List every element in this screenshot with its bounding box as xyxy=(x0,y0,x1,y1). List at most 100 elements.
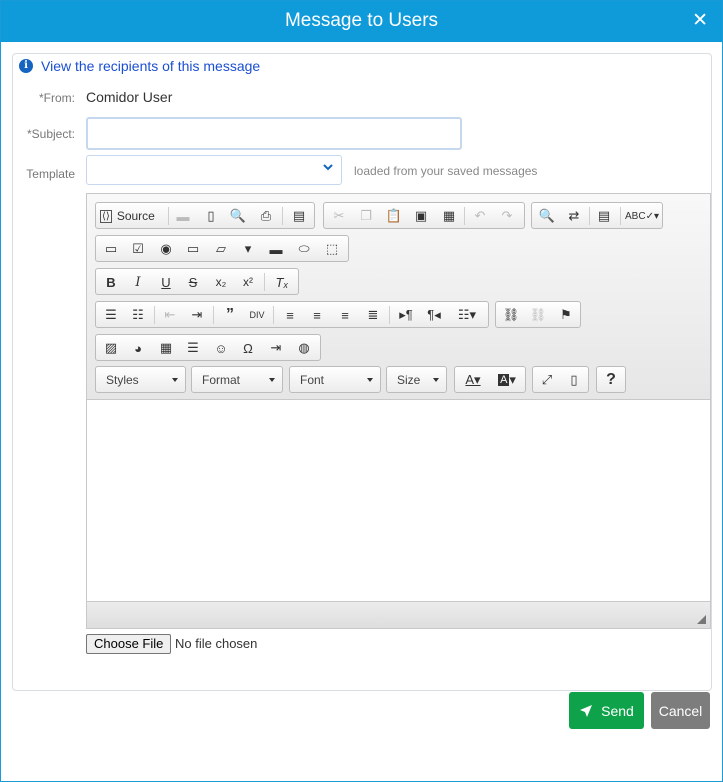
textarea-icon[interactable]: ▱ xyxy=(210,239,232,259)
editor-content-area[interactable] xyxy=(87,401,710,601)
hidden-field-icon[interactable]: ⬚ xyxy=(321,239,343,259)
image-button-icon[interactable]: ⬭ xyxy=(293,239,315,259)
preview-icon[interactable]: 🔍 xyxy=(227,206,249,226)
toolbar-separator xyxy=(464,207,465,225)
new-page-icon[interactable]: ▯ xyxy=(200,206,222,226)
align-left-icon[interactable]: ≡ xyxy=(279,305,301,325)
template-hint: loaded from your saved messages xyxy=(354,164,538,178)
form-icon[interactable]: ▭ xyxy=(100,239,122,259)
cancel-button[interactable]: Cancel xyxy=(651,692,710,729)
horizontal-line-icon[interactable]: ☰ xyxy=(182,338,204,358)
toolbar-group-about: ? xyxy=(596,366,626,393)
numbered-list-icon[interactable]: ☰ xyxy=(100,305,122,325)
view-recipients-link[interactable]: i View the recipients of this message xyxy=(19,58,260,74)
toolbar-separator xyxy=(168,207,169,225)
toolbar-separator xyxy=(589,207,590,225)
toolbar-group-clipboard: ✂ ❐ 📋 ▣ ▦ ↶ ↷ xyxy=(323,202,525,229)
title-bar: Message to Users ✕ xyxy=(1,1,722,42)
toolbar-separator xyxy=(213,306,214,324)
div-container-icon[interactable]: DIV xyxy=(246,305,268,325)
show-blocks-icon[interactable]: ▯ xyxy=(563,370,585,390)
language-icon[interactable]: ☷▾ xyxy=(451,305,483,325)
replace-icon[interactable]: ⇄ xyxy=(563,206,585,226)
table-icon[interactable]: ▦ xyxy=(155,338,177,358)
radio-icon[interactable]: ◉ xyxy=(155,239,177,259)
resize-handle-icon[interactable] xyxy=(697,615,706,624)
strikethrough-icon[interactable]: S xyxy=(182,272,204,292)
checkbox-icon[interactable]: ☑ xyxy=(127,239,149,259)
bg-color-icon[interactable]: A ▾ xyxy=(493,370,521,390)
redo-icon[interactable]: ↷ xyxy=(496,206,518,226)
find-icon[interactable]: 🔍 xyxy=(536,206,558,226)
select-all-icon[interactable]: ▤ xyxy=(593,206,615,226)
remove-format-icon[interactable]: Tₓ xyxy=(271,272,293,292)
text-color-icon[interactable]: A▾ xyxy=(459,370,487,390)
view-recipients-label: View the recipients of this message xyxy=(41,58,261,74)
special-char-icon[interactable]: Ω xyxy=(237,338,259,358)
help-icon[interactable]: ? xyxy=(600,370,622,390)
indent-icon[interactable]: ⇥ xyxy=(186,305,208,325)
copy-icon[interactable]: ❐ xyxy=(355,206,377,226)
caret-down-icon xyxy=(367,378,373,382)
template-select[interactable] xyxy=(86,155,342,185)
maximize-icon[interactable]: ⤢ xyxy=(536,370,558,390)
file-status: No file chosen xyxy=(175,636,258,651)
source-button[interactable]: ⟨⟩ Source xyxy=(100,206,155,226)
save-icon[interactable]: ▬ xyxy=(172,206,194,226)
iframe-icon[interactable]: ◍ xyxy=(293,338,315,358)
source-icon: ⟨⟩ xyxy=(100,209,112,223)
styles-dropdown[interactable]: Styles xyxy=(95,366,186,393)
italic-icon[interactable]: I xyxy=(127,272,149,292)
select-field-icon[interactable]: ▾ xyxy=(237,239,259,259)
font-label: Font xyxy=(300,373,325,387)
text-field-icon[interactable]: ▭ xyxy=(182,239,204,259)
paste-text-icon[interactable]: ▣ xyxy=(410,206,432,226)
superscript-icon[interactable]: x² xyxy=(237,272,259,292)
link-icon[interactable]: ⛓ xyxy=(500,305,522,325)
chevron-down-icon xyxy=(323,164,333,171)
toolbar-group-paragraph: ☰ ☷ ⇤ ⇥ ” DIV ≡ ≡ ≡ ≣ ▸¶ ¶◂ ☷▾ xyxy=(95,301,489,328)
smiley-icon[interactable]: ☺ xyxy=(210,338,232,358)
editor-toolbar: ⟨⟩ Source ▬ ▯ 🔍 ⎙ ▤ ✂ ❐ 📋 ▣ ▦ ↶ ↷ 🔍 ⇄ ▤ … xyxy=(87,194,710,400)
button-field-icon[interactable]: ▬ xyxy=(265,239,287,259)
bulleted-list-icon[interactable]: ☷ xyxy=(127,305,149,325)
anchor-icon[interactable]: ⚑ xyxy=(555,305,577,325)
bold-icon[interactable]: B xyxy=(100,272,122,292)
justify-icon[interactable]: ≣ xyxy=(362,305,384,325)
paste-icon[interactable]: 📋 xyxy=(383,206,405,226)
toolbar-separator xyxy=(264,273,265,291)
outdent-icon[interactable]: ⇤ xyxy=(159,305,181,325)
align-center-icon[interactable]: ≡ xyxy=(306,305,328,325)
blockquote-icon[interactable]: ” xyxy=(219,305,241,325)
caret-down-icon xyxy=(172,378,178,382)
toolbar-group-colors: A▾ A ▾ xyxy=(454,366,526,393)
ltr-icon[interactable]: ▸¶ xyxy=(395,305,417,325)
subject-input[interactable] xyxy=(86,117,462,150)
paste-word-icon[interactable]: ▦ xyxy=(438,206,460,226)
format-dropdown[interactable]: Format xyxy=(191,366,283,393)
rich-text-editor: ⟨⟩ Source ▬ ▯ 🔍 ⎙ ▤ ✂ ❐ 📋 ▣ ▦ ↶ ↷ 🔍 ⇄ ▤ … xyxy=(86,193,711,629)
spellcheck-icon[interactable]: ABC✓▾ xyxy=(625,206,659,226)
choose-file-button[interactable]: Choose File xyxy=(86,634,172,654)
cut-icon[interactable]: ✂ xyxy=(328,206,350,226)
image-icon[interactable]: ▨ xyxy=(100,338,122,358)
subscript-icon[interactable]: x₂ xyxy=(210,272,232,292)
align-right-icon[interactable]: ≡ xyxy=(334,305,356,325)
flash-icon[interactable]: ◕ xyxy=(127,338,149,358)
toolbar-group-links: ⛓ ⛓ ⚑ xyxy=(495,301,581,328)
undo-icon[interactable]: ↶ xyxy=(469,206,491,226)
from-label: *From: xyxy=(39,91,75,105)
rtl-icon[interactable]: ¶◂ xyxy=(423,305,445,325)
send-button[interactable]: Send xyxy=(569,692,644,729)
info-icon: i xyxy=(19,59,33,73)
underline-icon[interactable]: U xyxy=(155,272,177,292)
page-break-icon[interactable]: ⇥ xyxy=(265,338,287,358)
font-dropdown[interactable]: Font xyxy=(289,366,381,393)
message-dialog: Message to Users ✕ i View the recipients… xyxy=(0,0,723,782)
print-icon[interactable]: ⎙ xyxy=(255,206,277,226)
unlink-icon[interactable]: ⛓ xyxy=(527,305,549,325)
templates-icon[interactable]: ▤ xyxy=(288,206,310,226)
editor-status-bar xyxy=(87,601,710,628)
close-icon[interactable]: ✕ xyxy=(692,9,708,32)
size-dropdown[interactable]: Size xyxy=(386,366,447,393)
